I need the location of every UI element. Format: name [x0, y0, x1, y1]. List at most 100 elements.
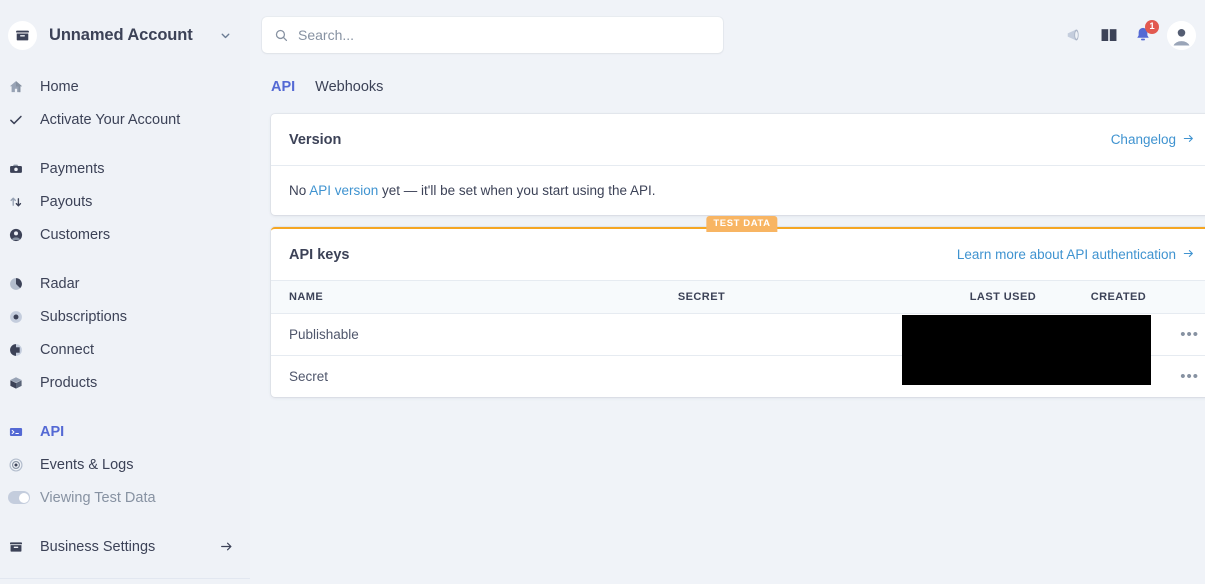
notification-badge: 1 [1145, 20, 1159, 34]
sidebar-item-label: Subscriptions [40, 308, 128, 325]
products-icon [8, 375, 34, 391]
sidebar-item-label: Payouts [40, 193, 93, 210]
account-name: Unnamed Account [49, 25, 193, 44]
column-header-actions [1162, 281, 1205, 314]
sidebar-item-label: Business Settings [40, 538, 156, 555]
app-root: Unnamed Account Home Activate Your Accou… [0, 0, 1205, 584]
version-card-title: Version [289, 131, 342, 148]
tab-api[interactable]: API [271, 79, 295, 95]
sidebar-item-events-logs[interactable]: Events & Logs [0, 448, 250, 481]
learn-more-link-label: Learn more about API authentication [956, 247, 1176, 262]
toggle-icon[interactable] [8, 491, 34, 504]
test-data-badge: TEST DATA [706, 216, 778, 233]
main-content: 1 API Webhooks Version [250, 0, 1205, 584]
sidebar-group-settings: Business Settings [0, 530, 250, 563]
events-icon [8, 457, 34, 473]
sidebar-divider [0, 578, 250, 579]
sidebar-item-viewing-test-data[interactable]: Viewing Test Data [0, 481, 250, 514]
account-switcher[interactable]: Unnamed Account [0, 0, 250, 70]
connect-icon [8, 342, 34, 358]
store-icon [8, 20, 37, 50]
tab-bar: API Webhooks [250, 70, 1205, 104]
radar-icon [8, 276, 34, 292]
sidebar-item-payments[interactable]: Payments [0, 152, 250, 185]
version-card: Version Changelog No API version yet — i… [271, 114, 1205, 215]
sidebar-group-developer: API Events & Logs Viewing Test Data [0, 415, 250, 514]
sidebar-group-money: Payments Payouts Customers [0, 152, 250, 251]
learn-more-api-auth-link[interactable]: Learn more about API authentication [957, 247, 1195, 263]
api-version-link[interactable]: API version [309, 183, 378, 198]
search-icon [274, 28, 289, 43]
sidebar-item-api[interactable]: API [0, 415, 250, 448]
payments-icon [8, 161, 34, 177]
column-header-secret[interactable]: SECRET [659, 281, 942, 314]
cell-key-name: Secret [289, 368, 329, 384]
version-body-suffix: yet — it'll be set when you start using … [378, 183, 656, 198]
home-icon [8, 79, 34, 95]
sidebar-item-subscriptions[interactable]: Subscriptions [0, 300, 250, 333]
api-keys-card-header: API keys Learn more about API authentica… [271, 229, 1205, 281]
chevron-down-icon[interactable] [219, 29, 232, 42]
search-input[interactable] [298, 27, 711, 43]
megaphone-icon[interactable] [1065, 25, 1085, 45]
column-header-name[interactable]: NAME [271, 281, 660, 314]
sidebar-item-label: API [40, 423, 65, 440]
version-body-prefix: No [289, 183, 310, 198]
topbar: 1 [250, 0, 1205, 70]
cell-key-secret[interactable] [660, 355, 942, 397]
api-terminal-icon [8, 424, 34, 440]
sidebar-item-products[interactable]: Products [0, 366, 250, 399]
sidebar-item-label: Events & Logs [40, 456, 134, 473]
sidebar: Unnamed Account Home Activate Your Accou… [0, 0, 250, 584]
table-header-row: NAME SECRET LAST USED CREATED [271, 281, 1205, 314]
version-card-body: No API version yet — it'll be set when y… [271, 166, 1205, 215]
sidebar-item-business-settings[interactable]: Business Settings [0, 530, 250, 563]
sidebar-item-label: Radar [40, 275, 80, 292]
changelog-link[interactable]: Changelog [1111, 132, 1195, 148]
cell-key-secret[interactable] [659, 313, 942, 356]
row-overflow-menu-icon[interactable]: ••• [1180, 368, 1199, 385]
row-overflow-menu-icon[interactable]: ••• [1180, 326, 1199, 343]
sidebar-item-label: Connect [40, 341, 95, 358]
avatar[interactable] [1167, 20, 1196, 50]
sidebar-item-label: Viewing Test Data [40, 489, 156, 506]
sidebar-item-label: Products [40, 374, 98, 391]
topbar-icons: 1 [1065, 20, 1197, 50]
check-icon [8, 112, 34, 128]
arrow-right-icon [1182, 247, 1195, 263]
version-card-header: Version Changelog [271, 114, 1205, 166]
payouts-icon [8, 194, 34, 210]
table-header: NAME SECRET LAST USED CREATED [271, 281, 1205, 314]
sidebar-group-main: Home Activate Your Account [0, 70, 250, 136]
column-header-last-used[interactable]: LAST USED [941, 281, 1051, 314]
tab-webhooks[interactable]: Webhooks [315, 79, 383, 95]
subscriptions-icon [8, 309, 34, 325]
search-box[interactable] [262, 17, 723, 53]
sidebar-item-label: Payments [40, 160, 105, 177]
arrow-right-icon [219, 539, 234, 554]
sidebar-group-products: Radar Subscriptions Connect Products [0, 267, 250, 399]
bell-icon[interactable]: 1 [1133, 20, 1159, 45]
store-icon [8, 539, 34, 555]
customers-icon [8, 227, 34, 243]
arrow-right-icon [1182, 132, 1195, 148]
column-header-created[interactable]: CREATED [1050, 281, 1163, 314]
sidebar-item-label: Home [40, 78, 79, 95]
sidebar-item-payouts[interactable]: Payouts [0, 185, 250, 218]
sidebar-item-home[interactable]: Home [0, 70, 250, 103]
sidebar-item-activate-your-account[interactable]: Activate Your Account [0, 103, 250, 136]
sidebar-item-radar[interactable]: Radar [0, 267, 250, 300]
sidebar-item-connect[interactable]: Connect [0, 333, 250, 366]
redaction-overlay [902, 315, 1151, 385]
book-icon[interactable] [1099, 25, 1119, 45]
sidebar-item-label: Activate Your Account [40, 111, 181, 128]
api-keys-card-title: API keys [289, 246, 350, 263]
cell-key-name: Publishable [271, 313, 660, 356]
changelog-link-label: Changelog [1110, 132, 1176, 147]
sidebar-item-customers[interactable]: Customers [0, 218, 250, 251]
